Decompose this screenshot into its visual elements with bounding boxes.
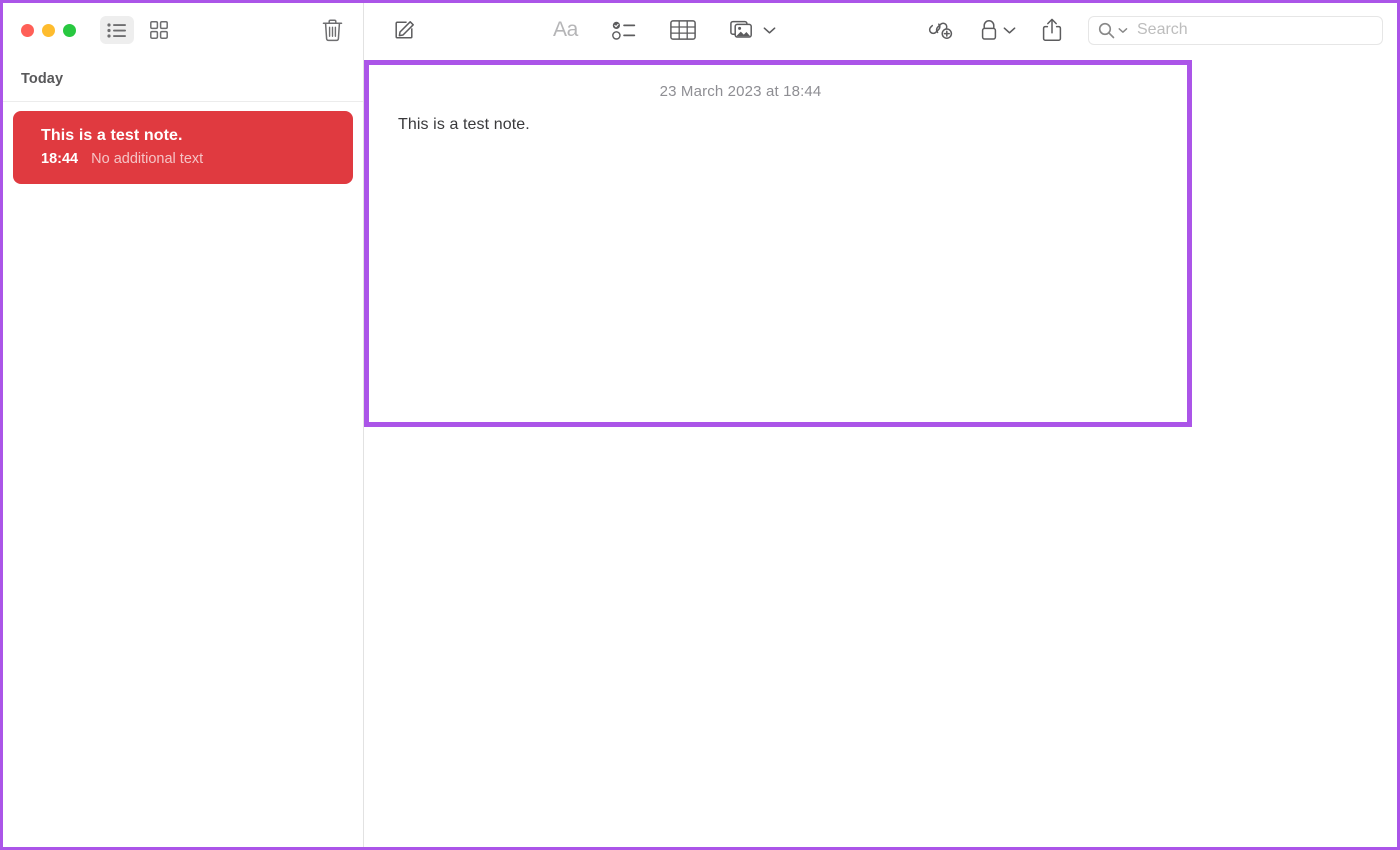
note-meta: 18:44 No additional text bbox=[41, 150, 337, 170]
search-icon bbox=[1098, 22, 1115, 39]
checklist-icon bbox=[611, 21, 636, 40]
media-icon bbox=[730, 19, 758, 41]
section-header-today: Today bbox=[3, 57, 363, 102]
compose-icon bbox=[394, 19, 416, 41]
note-body[interactable]: This is a test note. bbox=[398, 113, 1163, 136]
note-preview: No additional text bbox=[91, 150, 204, 167]
actions-group bbox=[922, 14, 1383, 46]
share-button[interactable] bbox=[1036, 14, 1068, 46]
add-collaborator-icon bbox=[928, 19, 954, 41]
trash-icon bbox=[322, 19, 343, 42]
chevron-down-icon bbox=[1003, 26, 1016, 35]
editor-tools-group: Aa bbox=[547, 14, 782, 46]
checklist-button[interactable] bbox=[606, 14, 642, 46]
note-title: This is a test note. bbox=[41, 127, 183, 144]
lock-note-button[interactable] bbox=[974, 14, 1022, 46]
note-editor-highlight: 23 March 2023 at 18:44 This is a test no… bbox=[364, 60, 1192, 427]
close-button[interactable] bbox=[21, 23, 34, 37]
gallery-view-button[interactable] bbox=[142, 16, 176, 44]
chevron-down-icon bbox=[763, 26, 776, 35]
media-button[interactable] bbox=[724, 14, 782, 46]
chevron-down-icon[interactable] bbox=[1118, 27, 1128, 34]
share-icon bbox=[1042, 18, 1062, 42]
list-item[interactable]: This is a test note. 18:44 No additional… bbox=[13, 111, 353, 185]
note-date: 23 March 2023 at 18:44 bbox=[659, 83, 822, 100]
lock-icon bbox=[980, 19, 998, 41]
editor-area: 23 March 2023 at 18:44 This is a test no… bbox=[364, 57, 1397, 847]
format-text-icon: Aa bbox=[553, 18, 578, 41]
format-text-button[interactable]: Aa bbox=[547, 14, 584, 46]
search-input[interactable] bbox=[1131, 21, 1373, 39]
note-time: 18:44 bbox=[41, 150, 79, 167]
search-field[interactable] bbox=[1088, 15, 1383, 45]
list-view-button[interactable] bbox=[100, 16, 134, 44]
table-button[interactable] bbox=[664, 14, 702, 46]
main-toolbar: Aa bbox=[364, 3, 1397, 57]
note-list: This is a test note. 18:44 No additional… bbox=[3, 102, 363, 847]
gallery-view-icon bbox=[150, 21, 168, 39]
zoom-button[interactable] bbox=[63, 23, 76, 37]
sidebar: Today This is a test note. 18:44 No addi… bbox=[3, 3, 364, 847]
table-icon bbox=[670, 20, 696, 40]
list-view-icon bbox=[107, 22, 127, 38]
minimize-button[interactable] bbox=[42, 23, 55, 37]
new-note-button[interactable] bbox=[388, 14, 422, 46]
delete-note-button[interactable] bbox=[315, 15, 349, 45]
add-collaborator-button[interactable] bbox=[922, 14, 960, 46]
notes-window: Today This is a test note. 18:44 No addi… bbox=[0, 0, 1400, 850]
main-pane: Aa Search 23 March 2023 at 18:44 This is… bbox=[364, 3, 1397, 847]
sidebar-toolbar bbox=[3, 3, 363, 57]
section-header-label: Today bbox=[21, 71, 64, 87]
view-toggle-group bbox=[100, 16, 176, 44]
window-traffic-lights bbox=[21, 23, 76, 37]
